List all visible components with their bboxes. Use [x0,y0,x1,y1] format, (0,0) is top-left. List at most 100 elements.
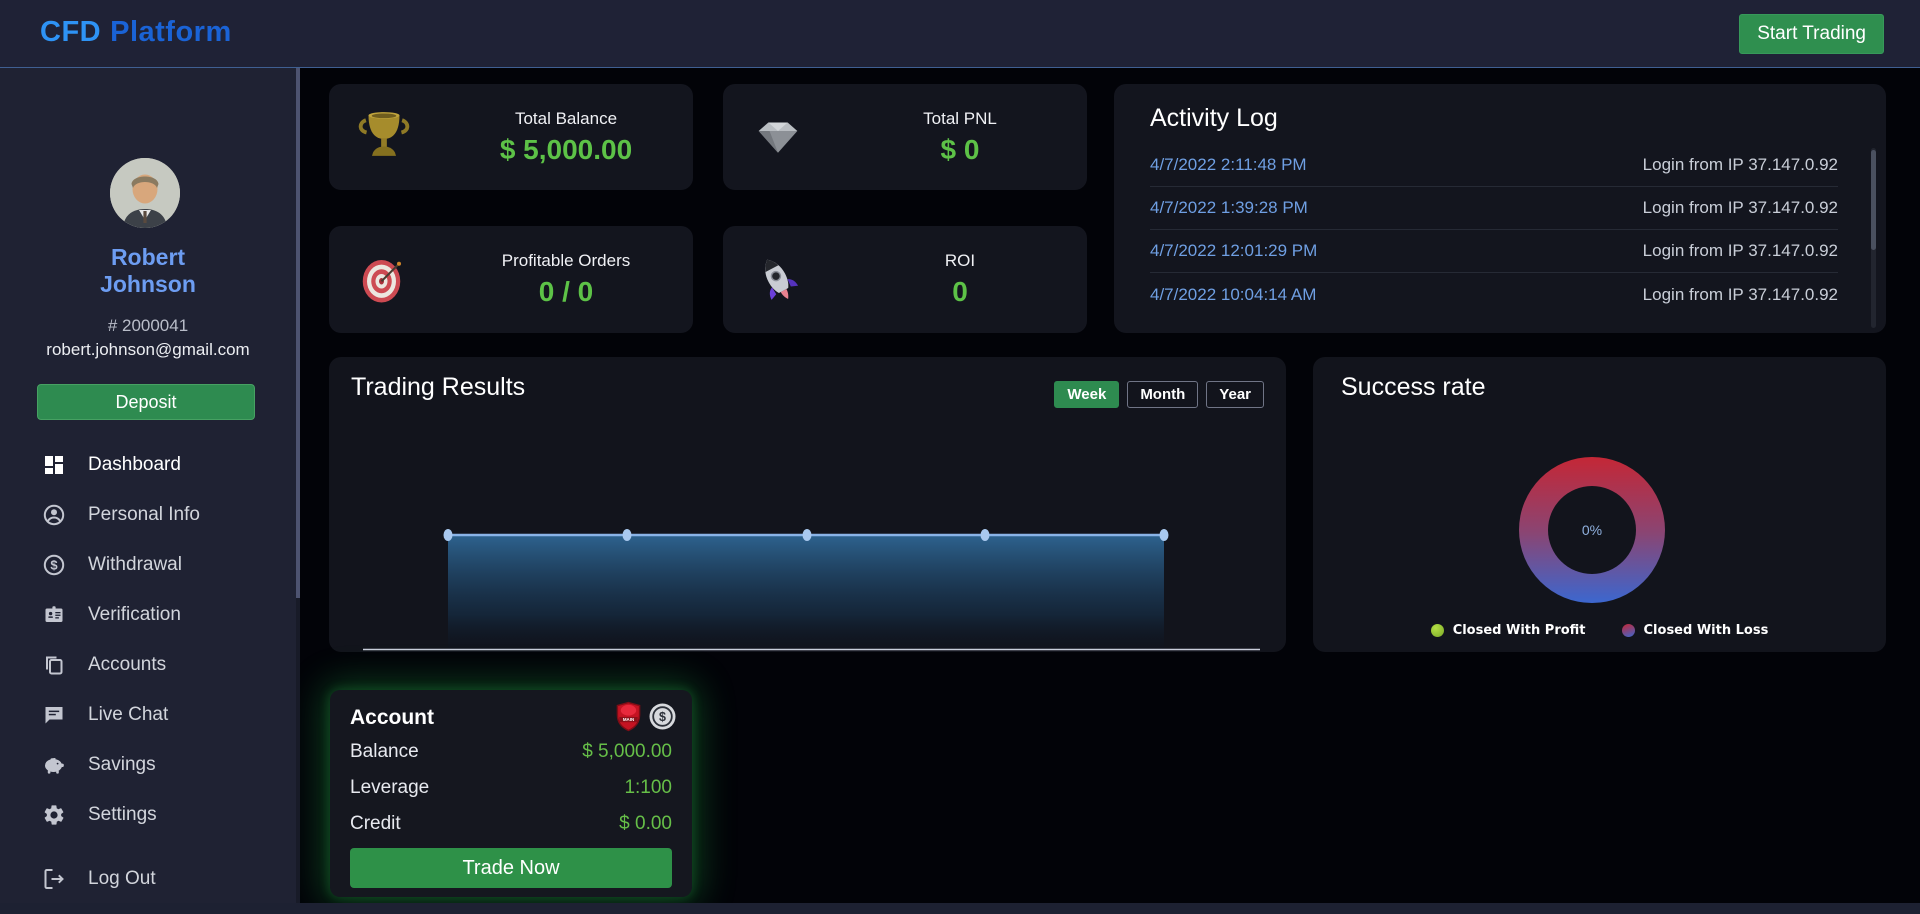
stat-card-roi: ROI 0 [723,226,1087,333]
account-card-icons: MAIN $ [615,701,676,732]
stat-value: $ 5,000.00 [439,134,693,166]
copy-icon [42,653,66,677]
logout-icon [42,867,66,891]
gear-icon [42,803,66,827]
profile-name: Robert Johnson [0,244,296,298]
sidebar-item-label: Dashboard [88,454,181,476]
horizontal-scrollbar-track[interactable] [0,903,1920,914]
row-label: Balance [350,741,419,763]
sidebar-item-accounts[interactable]: Accounts [0,640,296,690]
deposit-button[interactable]: Deposit [37,384,255,420]
row-label: Leverage [350,777,429,799]
stat-text: Total Balance $ 5,000.00 [439,109,693,166]
trophy-icon [329,106,439,168]
top-bar: CFD Platform Start Trading [0,0,1920,68]
sidebar-item-label: Verification [88,604,181,626]
cfd-platform-dashboard: CFD Platform Start Trading Robert Johnson… [0,0,1920,914]
logo-primary: CFD [40,16,101,48]
account-row-balance: Balance $ 5,000.00 [350,738,672,766]
log-timestamp: 4/7/2022 12:01:29 PM [1150,241,1317,261]
profit-legend-dot-icon [1431,624,1444,637]
activity-scrollbar-thumb[interactable] [1871,150,1876,250]
sidebar: Robert Johnson # 2000041 robert.johnson@… [0,68,296,903]
row-value: $ 0.00 [619,813,672,835]
row-label: Credit [350,813,401,835]
account-row-leverage: Leverage 1:100 [350,774,672,802]
main-shield-badge-icon: MAIN [615,701,642,732]
start-trading-button[interactable]: Start Trading [1739,14,1884,54]
sidebar-scrollbar-track [296,68,300,903]
piggy-bank-icon [42,753,66,777]
loss-legend-dot-icon [1622,624,1635,637]
sidebar-item-label: Savings [88,754,156,776]
sidebar-menu: Dashboard Personal Info $ [0,440,296,840]
sidebar-item-label: Live Chat [88,704,168,726]
chat-icon [42,703,66,727]
avatar-portrait-icon [110,158,180,228]
donut-legend: Closed With Profit Closed With Loss [1313,623,1886,638]
sidebar-item-personal-info[interactable]: Personal Info [0,490,296,540]
legend-label: Closed With Profit [1453,623,1586,638]
dollar-coin-icon: $ [649,703,676,730]
trading-results-line-chart [329,357,1286,652]
account-card: Account MAIN $ Balance $ 5,000.00 Levera… [330,690,692,897]
stat-text: ROI 0 [833,251,1087,308]
activity-log-list: 4/7/2022 2:11:48 PM Login from IP 37.147… [1150,144,1838,316]
stat-label: Total Balance [439,109,693,129]
activity-log-panel: Activity Log 4/7/2022 2:11:48 PM Login f… [1114,84,1886,333]
stat-label: Profitable Orders [439,251,693,271]
trade-now-button[interactable]: Trade Now [350,848,672,888]
log-entry: 4/7/2022 12:01:29 PM Login from IP 37.14… [1150,230,1838,273]
log-message: Login from IP 37.147.0.92 [1643,155,1838,175]
activity-scrollbar-track [1871,148,1876,328]
log-message: Login from IP 37.147.0.92 [1643,241,1838,261]
trading-results-panel: Trading Results Week Month Year [329,357,1286,652]
logout-button[interactable]: Log Out [0,854,296,904]
success-rate-title: Success rate [1341,373,1486,402]
stat-card-total-pnl: Total PNL $ 0 [723,84,1087,190]
legend-item-closed-with-profit: Closed With Profit [1431,623,1586,638]
svg-text:$: $ [50,558,58,573]
profile-last-name: Johnson [0,271,296,298]
sidebar-scrollbar-thumb[interactable] [296,68,300,598]
log-entry: 4/7/2022 1:39:28 PM Login from IP 37.147… [1150,187,1838,230]
svg-text:$: $ [659,710,666,724]
dashboard-icon [42,453,66,477]
log-timestamp: 4/7/2022 10:04:14 AM [1150,285,1316,305]
account-row-credit: Credit $ 0.00 [350,810,672,838]
diamond-icon [723,117,833,157]
activity-log-title: Activity Log [1150,104,1278,133]
avatar [110,158,180,228]
sidebar-item-live-chat[interactable]: Live Chat [0,690,296,740]
logo-secondary: Platform [110,16,232,48]
stat-value: 0 [833,276,1087,308]
sidebar-item-label: Settings [88,804,157,826]
sidebar-item-savings[interactable]: Savings [0,740,296,790]
sidebar-item-dashboard[interactable]: Dashboard [0,440,296,490]
dollar-circle-icon: $ [42,553,66,577]
stat-card-total-balance: Total Balance $ 5,000.00 [329,84,693,190]
donut-center-label: 0% [1548,486,1636,574]
stat-value: 0 / 0 [439,276,693,308]
legend-item-closed-with-loss: Closed With Loss [1622,623,1769,638]
stat-text: Total PNL $ 0 [833,109,1087,166]
sidebar-item-withdrawal[interactable]: $ Withdrawal [0,540,296,590]
profile-first-name: Robert [0,244,296,271]
app-logo: CFD Platform [40,16,232,49]
stat-card-profitable-orders: Profitable Orders 0 / 0 [329,226,693,333]
log-message: Login from IP 37.147.0.92 [1643,285,1838,305]
sidebar-item-settings[interactable]: Settings [0,790,296,840]
sidebar-item-label: Personal Info [88,504,200,526]
success-rate-panel: Success rate 0% Closed With Profit Close… [1313,357,1886,652]
log-message: Login from IP 37.147.0.92 [1643,198,1838,218]
sidebar-item-verification[interactable]: Verification [0,590,296,640]
success-rate-donut-chart: 0% [1519,457,1665,603]
stat-text: Profitable Orders 0 / 0 [439,251,693,308]
profile-email: robert.johnson@gmail.com [0,340,296,360]
account-number: # 2000041 [0,316,296,336]
log-entry: 4/7/2022 2:11:48 PM Login from IP 37.147… [1150,144,1838,187]
stat-label: Total PNL [833,109,1087,129]
legend-label: Closed With Loss [1644,623,1769,638]
row-value: 1:100 [624,777,672,799]
log-timestamp: 4/7/2022 1:39:28 PM [1150,198,1308,218]
